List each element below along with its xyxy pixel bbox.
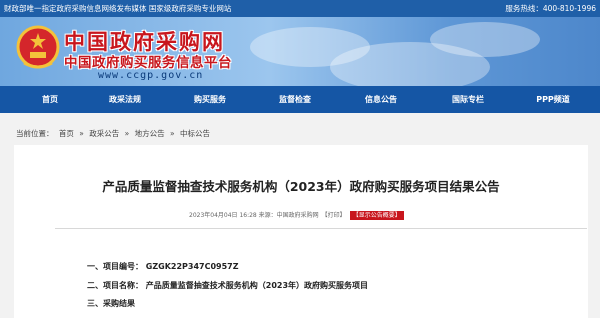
breadcrumb-local[interactable]: 地方公告 [135,129,165,138]
site-logo-subtitle: 中国政府购买服务信息平台 [64,55,232,71]
article-source: 中国政府采购网 [276,212,319,219]
breadcrumb-procurement[interactable]: 政采公告 [89,129,119,138]
national-emblem-icon [16,25,60,69]
site-slogan: 财政部唯一指定政府采购信息网络发布媒体 国家级政府采购专业网站 [4,4,232,13]
project-name: 二、项目名称： 产品质量监督抽查技术服务机构（2023年）政府购买服务项目 [87,281,369,290]
article-title: 产品质量监督抽查技术服务机构（2023年）政府购买服务项目结果公告 [102,179,500,194]
service-hotline: 服务热线：400-810-1996 [505,4,596,13]
main-nav: 首页 政采法规 购买服务 监督检查 信息公告 国际专栏 PPP频道 [0,86,600,113]
nav-item-ppp[interactable]: PPP频道 [523,86,583,113]
breadcrumb-sep: » [170,129,175,138]
nav-item-international[interactable]: 国际专栏 [438,86,498,113]
breadcrumb: 当前位置： 首页 » 政采公告 » 地方公告 » 中标公告 [16,128,213,139]
breadcrumb-prefix: 当前位置： [16,129,54,138]
nav-item-regulations[interactable]: 政采法规 [95,86,155,113]
nav-item-purchase-service[interactable]: 购买服务 [180,86,240,113]
show-summary-button[interactable]: 【显示公告概要】 [349,211,404,220]
meta-divider [55,228,587,229]
breadcrumb-sep: » [124,129,130,138]
project-number: 一、项目编号： GZGK22P347C0957Z [87,262,239,271]
nav-item-announcements[interactable]: 信息公告 [351,86,411,113]
print-link[interactable]: 【打印】 [322,212,346,219]
procurement-result-heading: 三、采购结果 [87,299,135,308]
article-panel: 产品质量监督抽查技术服务机构（2023年）政府购买服务项目结果公告 2023年0… [14,145,588,318]
top-info-bar: 财政部唯一指定政府采购信息网络发布媒体 国家级政府采购专业网站 服务热线：400… [0,0,600,17]
breadcrumb-sep: » [79,129,84,138]
breadcrumb-home[interactable]: 首页 [59,129,74,138]
publish-date: 2023年04月04日 16:28 来源： [189,212,277,219]
nav-item-supervision[interactable]: 监督检查 [265,86,325,113]
site-url: www.ccgp.gov.cn [98,70,204,81]
article-meta: 2023年04月04日 16:28 来源：中国政府采购网 【打印】 【显示公告概要】 [189,210,404,220]
site-banner: 中国政府采购网 中国政府购买服务信息平台 www.ccgp.gov.cn [0,17,600,86]
nav-item-home[interactable]: 首页 [20,86,80,113]
breadcrumb-award[interactable]: 中标公告 [180,129,210,138]
